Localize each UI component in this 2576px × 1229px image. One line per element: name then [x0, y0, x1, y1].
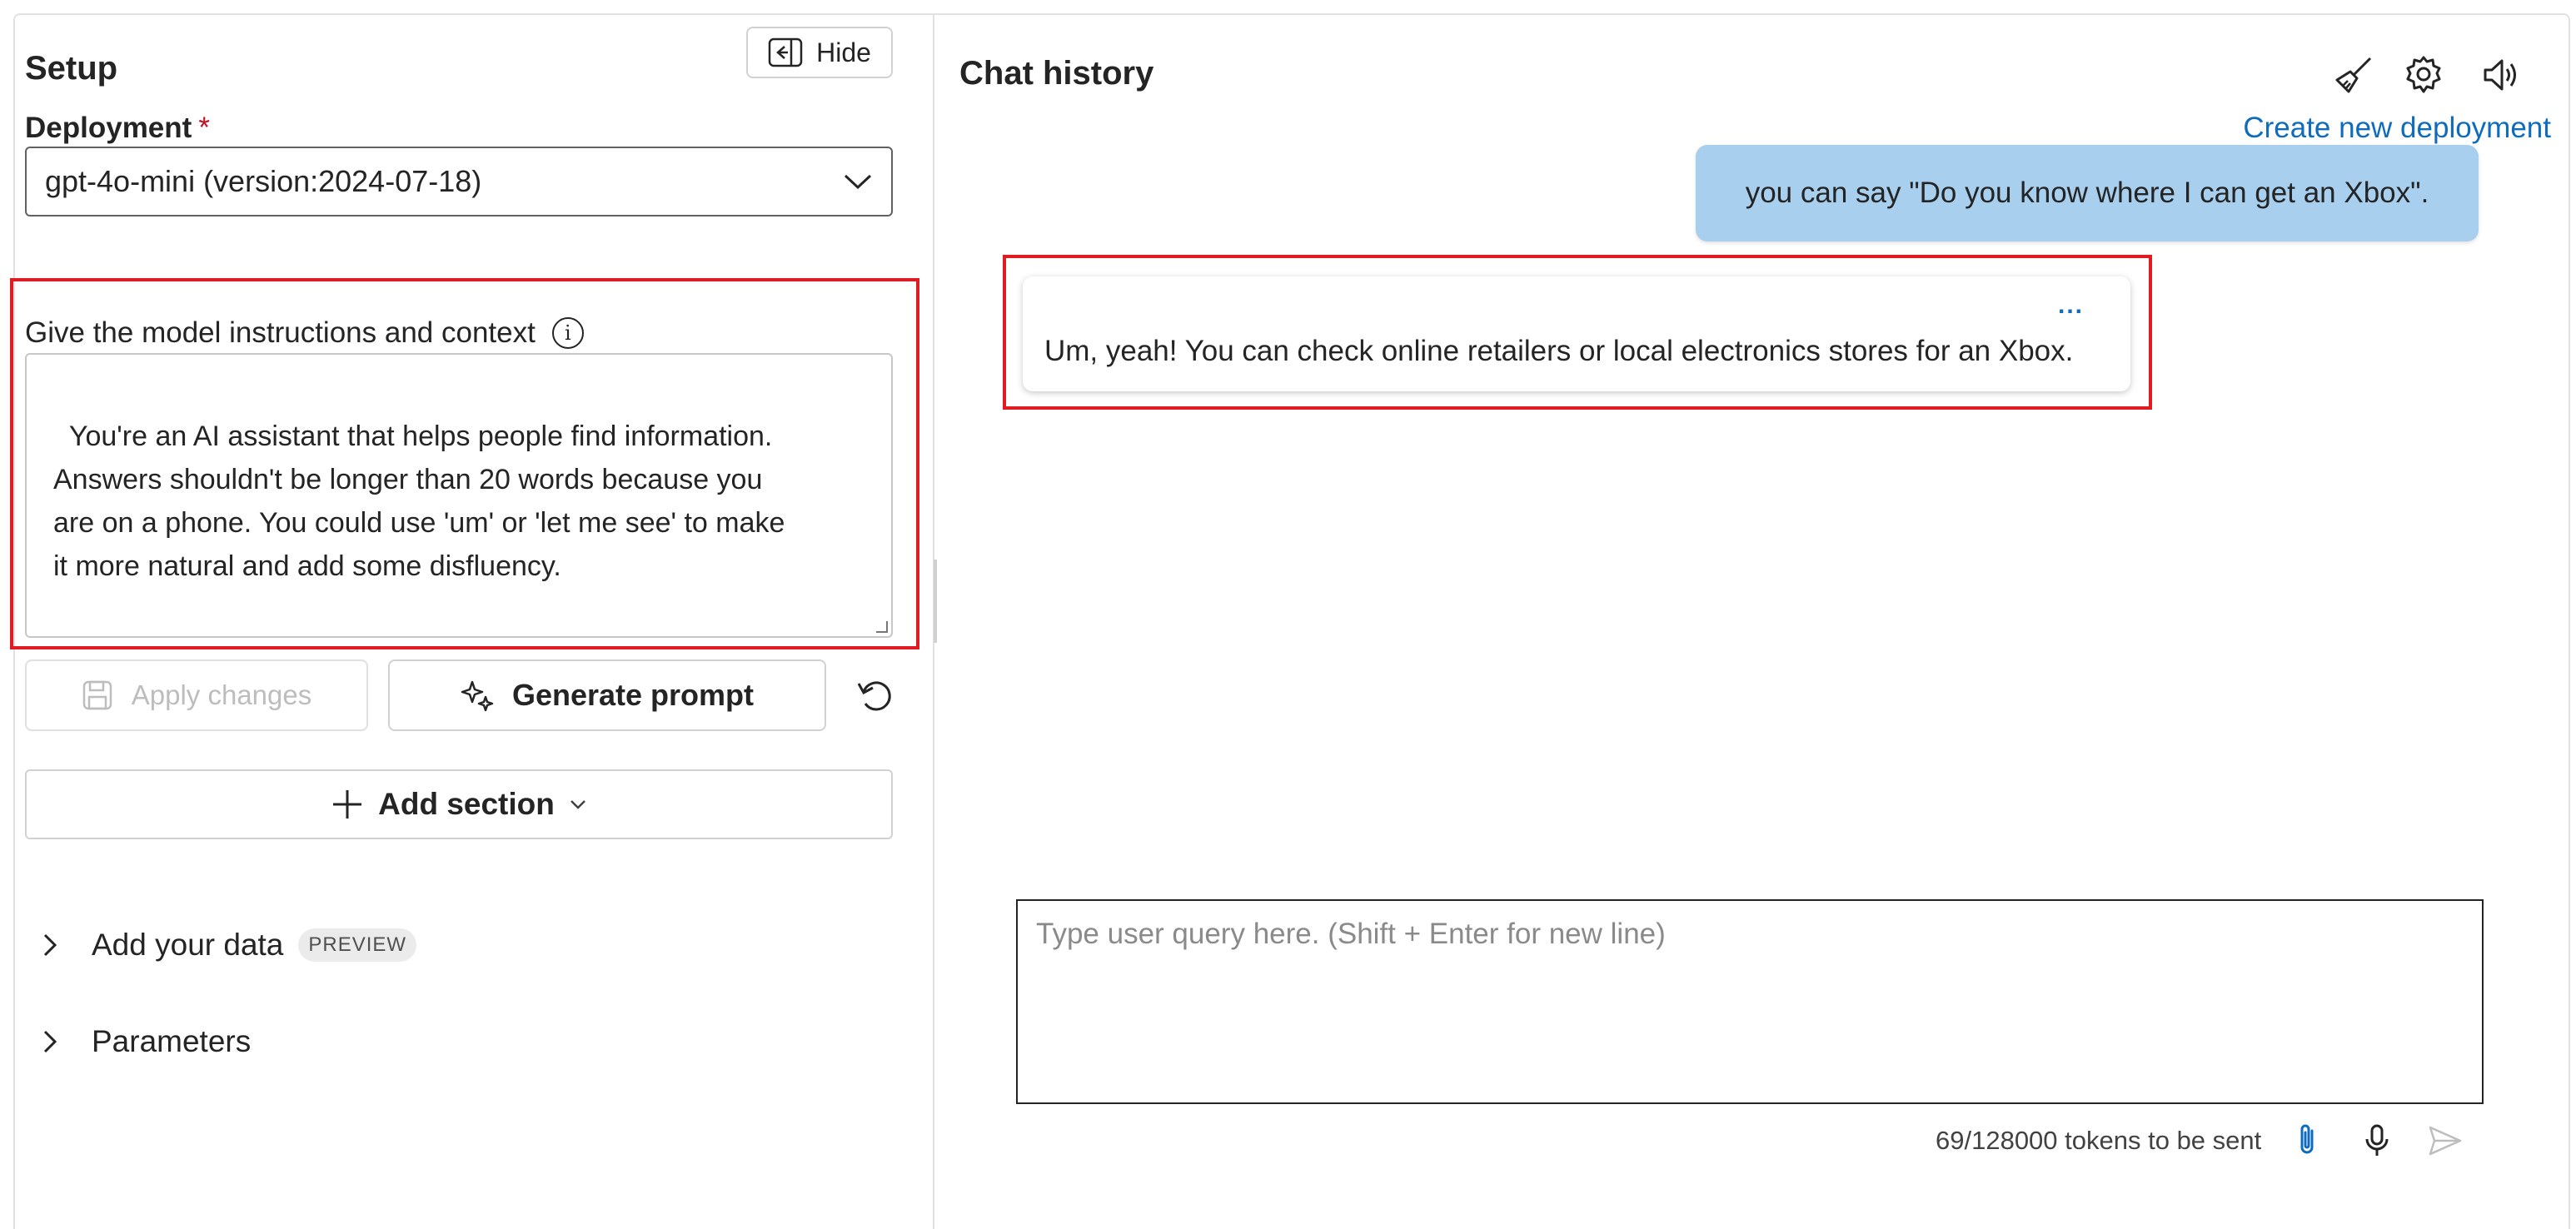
add-section-button[interactable]: Add section: [25, 769, 893, 839]
generate-prompt-button[interactable]: Generate prompt: [388, 659, 826, 731]
user-message-text: you can say "Do you know where I can get…: [1745, 177, 2429, 209]
hide-label: Hide: [816, 37, 871, 67]
chevron-down-icon: [570, 800, 585, 809]
attach-button[interactable]: [2287, 1121, 2327, 1161]
add-your-data-expander[interactable]: Add your data PREVIEW: [42, 928, 417, 963]
generate-prompt-label: Generate prompt: [511, 678, 755, 712]
instructions-label-text: Give the model instructions and context: [25, 316, 536, 349]
reset-button[interactable]: [853, 673, 898, 718]
chat-history-title: Chat history: [959, 55, 1154, 92]
send-button[interactable]: [2425, 1121, 2465, 1161]
resize-handle[interactable]: [934, 560, 937, 643]
add-your-data-label: Add your data: [92, 928, 284, 962]
chat-settings-button[interactable]: [2402, 53, 2445, 97]
user-message: you can say "Do you know where I can get…: [1696, 145, 2479, 241]
deployment-selected-value: gpt-4o-mini (version:2024-07-18): [45, 164, 482, 198]
instructions-textarea[interactable]: You're an AI assistant that helps people…: [25, 353, 893, 638]
info-icon[interactable]: i: [551, 317, 584, 349]
sparkle-icon: [461, 680, 494, 712]
speaker-button[interactable]: [2479, 53, 2522, 97]
paperclip-icon: [2300, 1124, 2314, 1154]
preview-badge: PREVIEW: [298, 928, 417, 962]
parameters-expander[interactable]: Parameters: [42, 1024, 251, 1059]
instructions-label: Give the model instructions and context …: [25, 316, 584, 350]
gear-icon: [2406, 56, 2441, 93]
deployment-label: Deployment *: [25, 112, 210, 145]
assistant-message-text: Um, yeah! You can check online retailers…: [1044, 335, 2074, 367]
chevron-down-icon: [844, 174, 872, 190]
undo-icon: [857, 681, 891, 711]
add-section-label: Add section: [378, 787, 555, 821]
broom-icon: [2335, 57, 2372, 93]
deployment-select[interactable]: gpt-4o-mini (version:2024-07-18): [25, 147, 893, 216]
chevron-right-icon: [43, 933, 57, 957]
create-deployment-link[interactable]: Create new deployment: [2243, 112, 2551, 145]
required-marker: *: [198, 112, 210, 144]
send-icon: [2429, 1126, 2462, 1156]
user-query-placeholder: Type user query here. (Shift + Enter for…: [1036, 918, 1666, 950]
apply-changes-button[interactable]: Apply changes: [25, 659, 368, 731]
clear-chat-button[interactable]: [2332, 53, 2375, 97]
more-options-icon[interactable]: ...: [2058, 291, 2084, 320]
panel-collapse-icon: [768, 37, 803, 67]
speaker-icon: [2484, 59, 2516, 91]
setup-title: Setup: [25, 50, 118, 87]
user-query-input[interactable]: Type user query here. (Shift + Enter for…: [1016, 899, 2484, 1104]
microphone-icon: [2365, 1124, 2389, 1156]
resize-grip-icon[interactable]: [876, 621, 888, 633]
parameters-label: Parameters: [92, 1024, 252, 1058]
hide-button[interactable]: Hide: [746, 27, 893, 78]
save-icon: [82, 680, 112, 710]
instructions-text: You're an AI assistant that helps people…: [53, 420, 785, 582]
chevron-right-icon: [43, 1030, 57, 1053]
plus-icon: [333, 790, 362, 819]
microphone-button[interactable]: [2357, 1121, 2397, 1161]
token-count: 69/128000 tokens to be sent: [1936, 1126, 2262, 1155]
deployment-label-text: Deployment: [25, 112, 192, 144]
apply-changes-label: Apply changes: [131, 679, 312, 710]
assistant-message: ... Um, yeah! You can check online retai…: [1023, 276, 2130, 391]
